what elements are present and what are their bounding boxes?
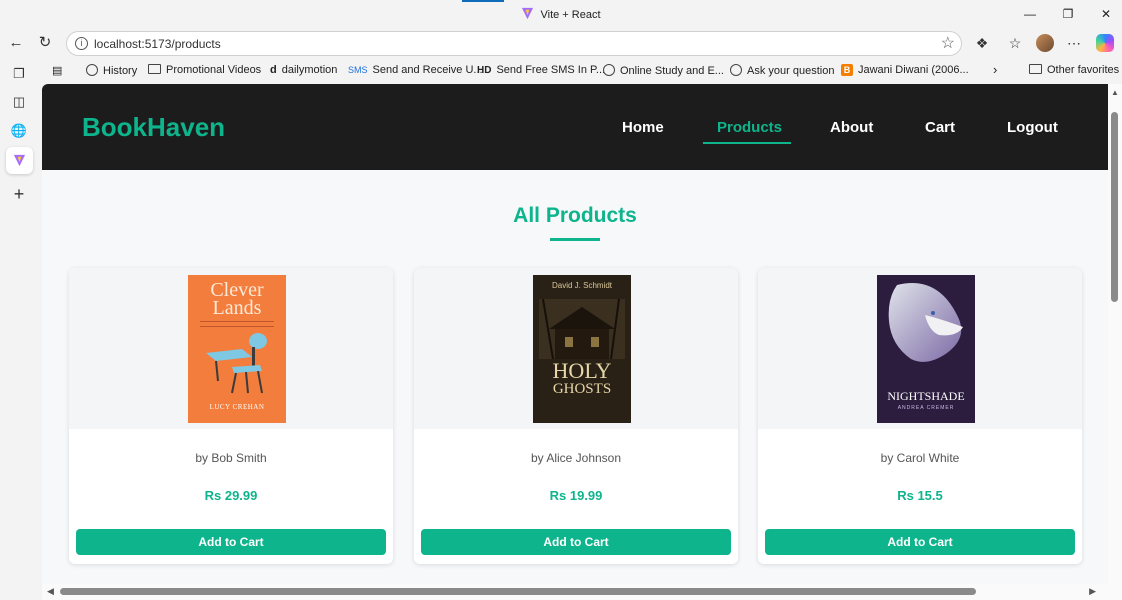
folder-icon bbox=[148, 64, 161, 74]
favorite-ask-question[interactable]: Ask your question bbox=[730, 64, 834, 77]
browser-sidebar: ❐ ◫ 🌐 + bbox=[0, 58, 40, 600]
other-favorites[interactable]: Other favorites bbox=[1029, 64, 1119, 76]
scroll-right-icon[interactable]: ▶ bbox=[1089, 586, 1096, 597]
page-title: All Products bbox=[513, 204, 637, 227]
title-underline bbox=[550, 238, 600, 241]
collections-icon[interactable]: ◫ bbox=[10, 93, 28, 111]
book-cover-holy-ghosts[interactable]: David J. Schmidt HOLY GHOSTS bbox=[533, 275, 631, 423]
product-author: by Bob Smith bbox=[195, 451, 267, 465]
favorite-send-receive[interactable]: SMS Send and Receive U... bbox=[348, 64, 483, 76]
more-menu-icon[interactable]: ⋯ bbox=[1064, 33, 1084, 53]
active-tab-indicator bbox=[462, 0, 504, 2]
address-bar[interactable]: i localhost:5173/products ☆ bbox=[66, 31, 962, 56]
window-title: Vite + React bbox=[0, 7, 1122, 21]
favorite-promotional-videos[interactable]: Promotional Videos bbox=[148, 64, 261, 76]
vite-tab-icon[interactable] bbox=[6, 147, 33, 174]
favorites-bar: ▤ History Promotional Videos d dailymotio… bbox=[0, 58, 1122, 84]
add-to-cart-button[interactable]: Add to Cart bbox=[421, 529, 731, 555]
horizontal-scroll-thumb[interactable] bbox=[60, 588, 976, 595]
product-author: by Alice Johnson bbox=[530, 451, 622, 465]
wolf-face-illustration bbox=[877, 275, 975, 385]
close-icon[interactable]: ✕ bbox=[1094, 4, 1118, 24]
tab-groups-icon[interactable]: ❐ bbox=[10, 65, 28, 83]
nav-about[interactable]: About bbox=[830, 119, 873, 136]
book-cover-clever-lands[interactable]: Clever Lands LUCY CREHAN bbox=[188, 275, 286, 423]
url-text[interactable]: localhost:5173/products bbox=[94, 37, 221, 51]
product-card: David J. Schmidt HOLY GHOSTS by Alice Jo… bbox=[414, 268, 738, 564]
scroll-left-icon[interactable]: ◀ bbox=[47, 586, 54, 597]
book-cover-nightshade[interactable]: NIGHTSHADE ANDREA CREMER bbox=[877, 275, 975, 423]
product-card: NIGHTSHADE ANDREA CREMER by Carol White … bbox=[758, 268, 1082, 564]
browser-title-bar: Vite + React — ❐ ✕ bbox=[0, 0, 1122, 28]
product-image-area: David J. Schmidt HOLY GHOSTS bbox=[414, 268, 738, 429]
add-to-cart-button[interactable]: Add to Cart bbox=[765, 529, 1075, 555]
app-navbar: BookHaven Home Products About Cart Logou… bbox=[42, 84, 1108, 170]
extensions-icon[interactable]: ❖ bbox=[972, 33, 992, 53]
globe-icon bbox=[730, 64, 742, 76]
vite-logo-icon bbox=[522, 7, 534, 20]
product-author: by Carol White bbox=[880, 451, 960, 465]
product-image-area: Clever Lands LUCY CREHAN bbox=[69, 268, 393, 429]
nav-logout[interactable]: Logout bbox=[1007, 119, 1058, 136]
haunted-house-illustration bbox=[539, 299, 625, 359]
vertical-scroll-thumb[interactable] bbox=[1111, 112, 1118, 302]
product-price: Rs 15.5 bbox=[897, 488, 943, 503]
dailymotion-icon: d bbox=[270, 64, 277, 76]
new-tab-plus-icon[interactable]: + bbox=[10, 185, 28, 203]
product-price: Rs 19.99 bbox=[549, 488, 603, 503]
restore-icon[interactable]: ❐ bbox=[1056, 4, 1080, 24]
scroll-up-icon[interactable]: ▲ bbox=[1111, 88, 1119, 97]
site-info-icon[interactable]: i bbox=[75, 37, 88, 50]
nav-products[interactable]: Products bbox=[717, 119, 782, 136]
profile-avatar[interactable] bbox=[1036, 34, 1056, 54]
sms-icon: SMS bbox=[348, 65, 368, 75]
nav-active-underline bbox=[703, 142, 791, 144]
product-card: Clever Lands LUCY CREHAN by Bob Smith Rs … bbox=[69, 268, 393, 564]
folder-icon bbox=[1029, 64, 1042, 74]
back-arrow-icon[interactable]: ← bbox=[5, 32, 27, 54]
favorite-star-icon[interactable]: ☆ bbox=[941, 33, 955, 53]
product-price: Rs 29.99 bbox=[204, 488, 258, 503]
hd-icon: HD bbox=[477, 65, 492, 76]
globe-icon bbox=[86, 64, 98, 76]
favorites-overflow-chevron-icon[interactable]: › bbox=[993, 62, 997, 77]
nav-cart[interactable]: Cart bbox=[925, 119, 955, 136]
blogger-icon: B bbox=[841, 64, 853, 76]
favorite-history[interactable]: History bbox=[86, 64, 137, 77]
tab-title: Vite + React bbox=[540, 9, 601, 21]
page-viewport: BookHaven Home Products About Cart Logou… bbox=[42, 84, 1122, 600]
copilot-icon[interactable] bbox=[1096, 34, 1116, 54]
tab-actions-icon[interactable]: ▤ bbox=[52, 64, 67, 77]
vertical-scrollbar[interactable]: ▲ bbox=[1108, 84, 1122, 600]
favorite-online-study[interactable]: Online Study and E... bbox=[603, 64, 724, 77]
minimize-icon[interactable]: — bbox=[1018, 4, 1042, 24]
chair-illustration bbox=[206, 333, 267, 394]
add-to-cart-button[interactable]: Add to Cart bbox=[76, 529, 386, 555]
favorite-jawani-diwani[interactable]: B Jawani Diwani (2006... bbox=[841, 64, 969, 76]
favorites-icon[interactable]: ☆ bbox=[1005, 33, 1025, 53]
globe-icon[interactable]: 🌐 bbox=[10, 122, 28, 140]
globe-icon bbox=[603, 64, 615, 76]
nav-home[interactable]: Home bbox=[622, 119, 664, 136]
horizontal-scrollbar[interactable]: ◀ ▶ bbox=[42, 584, 1108, 600]
refresh-icon[interactable]: ↻ bbox=[34, 32, 56, 54]
favorite-send-free-sms[interactable]: HD Send Free SMS In P... bbox=[477, 64, 605, 76]
product-image-area: NIGHTSHADE ANDREA CREMER bbox=[758, 268, 1082, 429]
favorite-dailymotion[interactable]: d dailymotion bbox=[270, 64, 337, 76]
address-row: ← ↻ i localhost:5173/products ☆ bbox=[0, 28, 1122, 58]
brand-logo[interactable]: BookHaven bbox=[82, 112, 225, 143]
